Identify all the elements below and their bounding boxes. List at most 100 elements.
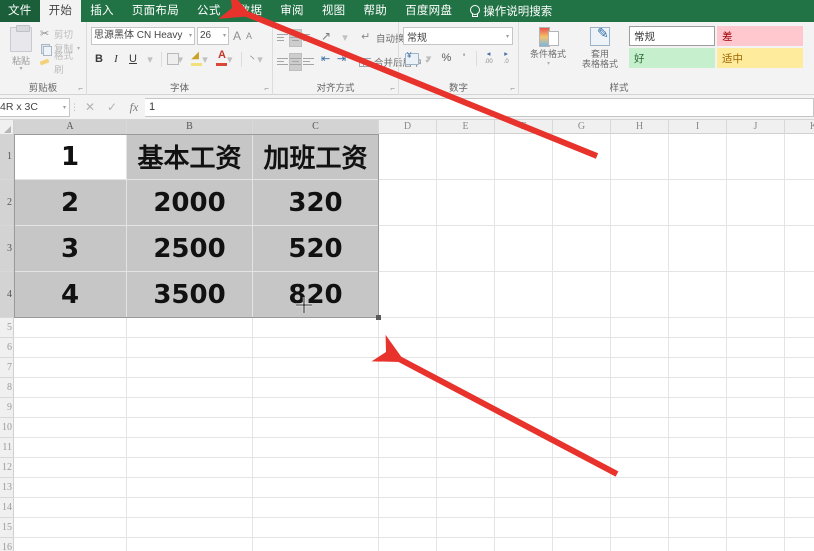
column-header-H[interactable]: H [611, 120, 669, 134]
cell-K6[interactable] [785, 338, 814, 358]
cell-C12[interactable] [253, 458, 379, 478]
underline-dropdown-arrow-icon[interactable]: ▾ [142, 50, 158, 68]
cell-J16[interactable] [727, 538, 785, 551]
cell-C4[interactable]: 820 [253, 272, 379, 318]
cell-I5[interactable] [669, 318, 727, 338]
accounting-format-button[interactable] [403, 50, 419, 67]
conditional-formatting-button[interactable]: 条件格式 ▾ [523, 26, 573, 69]
cell-C13[interactable] [253, 478, 379, 498]
cell-F1[interactable] [495, 134, 553, 180]
cell-I8[interactable] [669, 378, 727, 398]
cell-D6[interactable] [379, 338, 437, 358]
cell-I4[interactable] [669, 272, 727, 318]
cell-B10[interactable] [127, 418, 253, 438]
cell-K7[interactable] [785, 358, 814, 378]
cell-D11[interactable] [379, 438, 437, 458]
row-header-11[interactable]: 11 [0, 438, 14, 458]
cell-C3[interactable]: 520 [253, 226, 379, 272]
cell-A13[interactable] [14, 478, 127, 498]
row-header-8[interactable]: 8 [0, 378, 14, 398]
cell-E5[interactable] [437, 318, 495, 338]
align-bottom-button[interactable] [303, 29, 314, 47]
cell-K15[interactable] [785, 518, 814, 538]
cell-C11[interactable] [253, 438, 379, 458]
cell-D9[interactable] [379, 398, 437, 418]
cell-K1[interactable] [785, 134, 814, 180]
cell-G6[interactable] [553, 338, 611, 358]
cell-A16[interactable] [14, 538, 127, 551]
cell-A6[interactable] [14, 338, 127, 358]
cell-H12[interactable] [611, 458, 669, 478]
ribbon-tab-0[interactable]: 文件 [0, 0, 40, 22]
cell-J12[interactable] [727, 458, 785, 478]
cell-F7[interactable] [495, 358, 553, 378]
cut-button[interactable]: 剪切 [38, 27, 82, 42]
increase-decimal-button[interactable]: ◂ .00 [481, 50, 497, 67]
column-header-F[interactable]: F [495, 120, 553, 134]
cell-style-bad[interactable]: 差 [717, 26, 803, 46]
cell-I7[interactable] [669, 358, 727, 378]
cell-A9[interactable] [14, 398, 127, 418]
row-header-15[interactable]: 15 [0, 518, 14, 538]
cell-E16[interactable] [437, 538, 495, 551]
cell-G14[interactable] [553, 498, 611, 518]
ribbon-tab-9[interactable]: 百度网盘 [396, 0, 461, 22]
cell-K4[interactable] [785, 272, 814, 318]
cell-H6[interactable] [611, 338, 669, 358]
cell-J8[interactable] [727, 378, 785, 398]
cell-D13[interactable] [379, 478, 437, 498]
ribbon-tab-5[interactable]: 数据 [230, 0, 272, 22]
fill-handle[interactable] [376, 315, 381, 320]
cell-G13[interactable] [553, 478, 611, 498]
cell-B4[interactable]: 3500 [127, 272, 253, 318]
cell-J14[interactable] [727, 498, 785, 518]
row-header-2[interactable]: 2 [0, 180, 14, 226]
ribbon-tab-1[interactable]: 开始 [39, 0, 82, 22]
cell-A8[interactable] [14, 378, 127, 398]
cell-G1[interactable] [553, 134, 611, 180]
align-left-button[interactable] [277, 53, 288, 71]
column-header-A[interactable]: A [14, 120, 127, 134]
cell-B3[interactable]: 2500 [127, 226, 253, 272]
paste-dropdown-arrow-icon[interactable]: ▾ [19, 66, 22, 72]
conditional-formatting-dropdown-arrow-icon[interactable]: ▾ [547, 59, 550, 69]
cell-K14[interactable] [785, 498, 814, 518]
cell-E11[interactable] [437, 438, 495, 458]
bold-button[interactable]: B [91, 50, 107, 68]
cell-style-good[interactable]: 好 [629, 48, 715, 68]
cell-style-neutral[interactable]: 适中 [717, 48, 803, 68]
cell-A14[interactable] [14, 498, 127, 518]
confirm-icon[interactable]: ✓ [101, 100, 123, 114]
increase-font-size-button[interactable]: A [231, 29, 243, 43]
phonetic-guide-button[interactable] [244, 50, 257, 68]
cell-E6[interactable] [437, 338, 495, 358]
cell-I10[interactable] [669, 418, 727, 438]
cell-F15[interactable] [495, 518, 553, 538]
cell-G3[interactable] [553, 226, 611, 272]
cell-H13[interactable] [611, 478, 669, 498]
column-header-C[interactable]: C [253, 120, 379, 134]
cell-C1[interactable]: 加班工资 [253, 134, 379, 180]
cell-I2[interactable] [669, 180, 727, 226]
cell-B13[interactable] [127, 478, 253, 498]
cell-A15[interactable] [14, 518, 127, 538]
cell-H15[interactable] [611, 518, 669, 538]
cell-D16[interactable] [379, 538, 437, 551]
row-header-10[interactable]: 10 [0, 418, 14, 438]
cell-J5[interactable] [727, 318, 785, 338]
column-header-D[interactable]: D [379, 120, 437, 134]
cell-I14[interactable] [669, 498, 727, 518]
cell-H5[interactable] [611, 318, 669, 338]
cell-F13[interactable] [495, 478, 553, 498]
cell-B8[interactable] [127, 378, 253, 398]
cell-F9[interactable] [495, 398, 553, 418]
borders-button[interactable] [164, 50, 179, 68]
cell-B2[interactable]: 2000 [127, 180, 253, 226]
cell-K13[interactable] [785, 478, 814, 498]
cell-G11[interactable] [553, 438, 611, 458]
cell-E9[interactable] [437, 398, 495, 418]
cell-D8[interactable] [379, 378, 437, 398]
number-format-combobox[interactable]: 常规 ▾ [403, 27, 513, 45]
cell-C15[interactable] [253, 518, 379, 538]
cell-C16[interactable] [253, 538, 379, 551]
